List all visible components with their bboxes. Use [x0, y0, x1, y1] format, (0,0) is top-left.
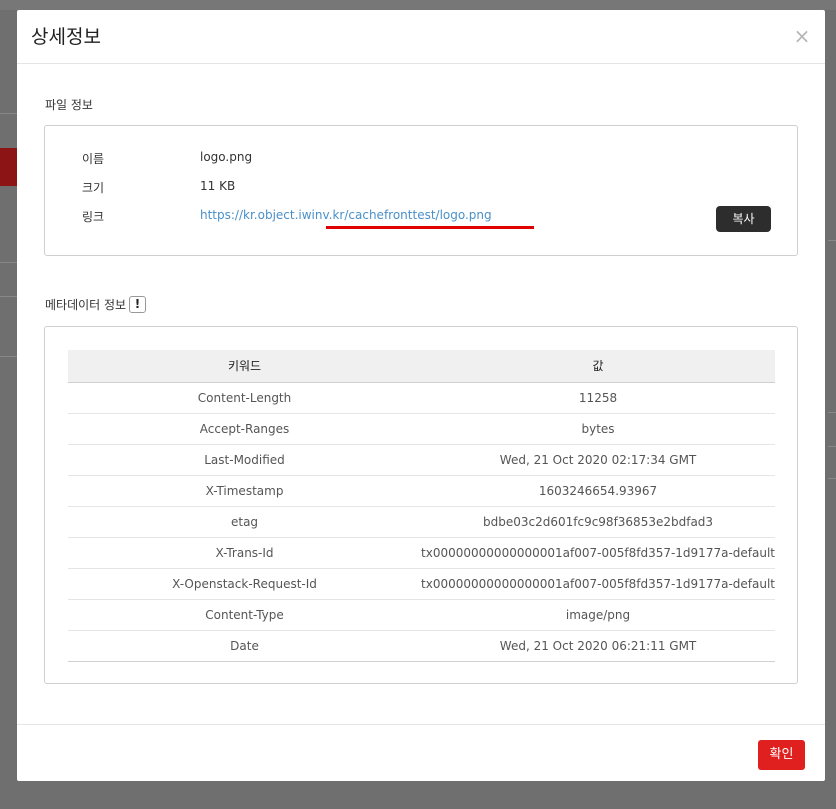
- metadata-box: 키워드 값 Content-Length 11258 Accept-Ranges…: [44, 326, 798, 684]
- background-divider: [828, 446, 836, 447]
- close-icon[interactable]: ×: [792, 26, 812, 46]
- table-row: X-Trans-Id tx00000000000000001af007-005f…: [68, 537, 775, 569]
- background-divider: [828, 412, 836, 413]
- background-top-strip: [0, 0, 836, 10]
- row-key: X-Trans-Id: [68, 537, 422, 569]
- row-key: X-Timestamp: [68, 475, 422, 507]
- table-row: Date Wed, 21 Oct 2020 06:21:11 GMT: [68, 630, 775, 662]
- row-key: Date: [68, 630, 422, 662]
- background-divider: [828, 240, 836, 241]
- info-exclamation-icon[interactable]: !: [129, 296, 146, 313]
- background-divider: [0, 113, 17, 114]
- confirm-button[interactable]: 확인: [758, 740, 805, 770]
- background-divider: [0, 356, 17, 357]
- background-red-block: [0, 148, 17, 186]
- row-value: Wed, 21 Oct 2020 06:21:11 GMT: [421, 630, 775, 662]
- table-row: Content-Length 11258: [68, 382, 775, 414]
- file-info-section-title: 파일 정보: [45, 98, 93, 112]
- row-key: Accept-Ranges: [68, 413, 422, 445]
- copy-button[interactable]: 복사: [716, 206, 771, 232]
- file-size-label: 크기: [82, 181, 105, 195]
- metadata-section-title: 메타데이터 정보: [45, 298, 127, 312]
- row-value: bdbe03c2d601fc9c98f36853e2bdfad3: [421, 506, 775, 538]
- metadata-table: 키워드 값 Content-Length 11258 Accept-Ranges…: [68, 350, 775, 662]
- row-key: X-Openstack-Request-Id: [68, 568, 422, 600]
- column-header-keyword: 키워드: [68, 350, 422, 383]
- modal-footer: 확인: [17, 724, 825, 781]
- table-row: Accept-Ranges bytes: [68, 413, 775, 445]
- modal-header: 상세정보 ×: [17, 10, 825, 64]
- row-value: tx00000000000000001af007-005f8fd357-1d91…: [421, 568, 775, 600]
- table-row: Content-Type image/png: [68, 599, 775, 631]
- detail-modal: 상세정보 × 파일 정보 이름 logo.png 크기 11 KB 링크 htt…: [17, 10, 825, 781]
- background-divider: [828, 478, 836, 479]
- highlight-underline: [326, 226, 534, 229]
- row-key: Content-Type: [68, 599, 422, 631]
- row-value: 11258: [421, 382, 775, 414]
- row-value: tx00000000000000001af007-005f8fd357-1d91…: [421, 537, 775, 569]
- table-row: etag bdbe03c2d601fc9c98f36853e2bdfad3: [68, 506, 775, 538]
- file-link-container: https://kr.object.iwinv.kr/cachefronttes…: [200, 208, 492, 222]
- file-link-label: 링크: [82, 210, 105, 224]
- row-value: Wed, 21 Oct 2020 02:17:34 GMT: [421, 444, 775, 476]
- row-value: 1603246654.93967: [421, 475, 775, 507]
- row-key: Last-Modified: [68, 444, 422, 476]
- modal-title: 상세정보: [31, 26, 101, 48]
- file-info-box: 이름 logo.png 크기 11 KB 링크 https://kr.objec…: [44, 125, 798, 256]
- file-name-label: 이름: [82, 152, 105, 166]
- file-link[interactable]: https://kr.object.iwinv.kr/cachefronttes…: [200, 208, 492, 222]
- row-key: Content-Length: [68, 382, 422, 414]
- row-value: image/png: [421, 599, 775, 631]
- file-size-value: 11 KB: [200, 179, 236, 193]
- row-value: bytes: [421, 413, 775, 445]
- file-name-value: logo.png: [200, 150, 253, 164]
- table-row: Last-Modified Wed, 21 Oct 2020 02:17:34 …: [68, 444, 775, 476]
- background-divider: [0, 296, 17, 297]
- column-header-value: 값: [421, 350, 775, 383]
- table-row: X-Timestamp 1603246654.93967: [68, 475, 775, 507]
- table-row: X-Openstack-Request-Id tx000000000000000…: [68, 568, 775, 600]
- table-header-row: 키워드 값: [68, 350, 775, 383]
- row-key: etag: [68, 506, 422, 538]
- background-divider: [0, 262, 17, 263]
